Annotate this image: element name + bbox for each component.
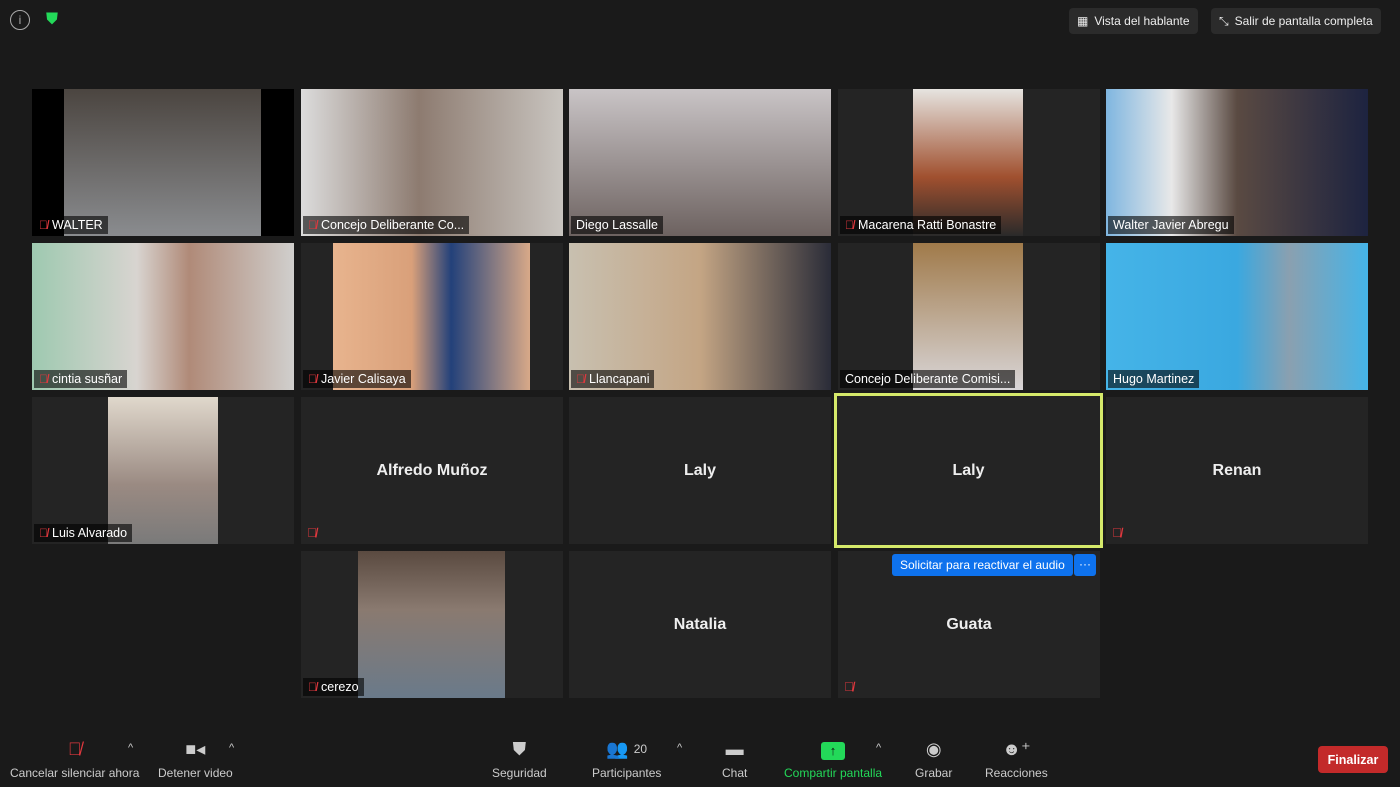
stop-video-button[interactable]: ■◂ Detener video (158, 738, 233, 780)
muted-mic-icon: 🎙̸ (308, 680, 317, 694)
video-options-caret[interactable]: ^ (229, 742, 234, 754)
video-tile[interactable]: 🎙̸ Macarena Ratti Bonastre (838, 89, 1100, 236)
people-icon: 👥 (606, 739, 629, 759)
participants-options-caret[interactable]: ^ (677, 742, 682, 754)
shield-icon: ⛊ (512, 739, 527, 759)
chat-button[interactable]: ▬ Chat (722, 738, 747, 780)
smiley-plus-icon: ☻⁺ (1002, 739, 1031, 759)
muted-mic-icon: 🎙̸ (67, 739, 82, 759)
participant-tile[interactable]: Renan 🎙̸ (1106, 397, 1368, 544)
participants-button[interactable]: 👥 20 Participantes (592, 738, 661, 780)
share-options-caret[interactable]: ^ (876, 742, 881, 754)
video-camera-icon: ■◂ (185, 739, 206, 759)
record-button[interactable]: ◉ Grabar (915, 738, 952, 780)
muted-mic-icon: 🎙̸ (576, 372, 585, 386)
video-tile[interactable]: 🎙̸ Javier Calisaya (301, 243, 563, 390)
collapse-icon: ⤡ (1219, 13, 1229, 28)
participant-tile[interactable]: Alfredo Muñoz 🎙̸ (301, 397, 563, 544)
share-arrow-icon: ↑ (821, 742, 846, 760)
video-tile[interactable]: 🎙̸ Llancapani (569, 243, 831, 390)
video-tile[interactable]: Hugo Martinez (1106, 243, 1368, 390)
video-tile[interactable]: 🎙̸ WALTER (32, 89, 294, 236)
grid-icon: ▦ (1077, 14, 1089, 28)
more-options-button[interactable]: ··· (1074, 554, 1096, 576)
reactions-button[interactable]: ☻⁺ Reacciones (985, 738, 1048, 780)
video-tile[interactable]: 🎙̸ cerezo (301, 551, 563, 698)
video-tile[interactable]: Walter Javier Abregu (1106, 89, 1368, 236)
end-meeting-button[interactable]: Finalizar (1318, 746, 1388, 773)
muted-mic-icon: 🎙̸ (845, 218, 854, 232)
request-unmute-button[interactable]: Solicitar para reactivar el audio (892, 554, 1073, 576)
muted-mic-icon: 🎙̸ (308, 372, 317, 386)
info-icon[interactable]: i (10, 10, 30, 30)
muted-mic-icon: 🎙̸ (39, 372, 48, 386)
muted-mic-icon: 🎙̸ (1112, 525, 1122, 540)
participant-tile[interactable]: Laly (569, 397, 831, 544)
video-tile[interactable]: 🎙̸ cintia susñar (32, 243, 294, 390)
video-tile[interactable]: 🎙̸ Luis Alvarado (32, 397, 294, 544)
muted-mic-icon: 🎙̸ (307, 525, 317, 540)
video-tile[interactable]: Diego Lassalle (569, 89, 831, 236)
participant-tile[interactable]: Natalia (569, 551, 831, 698)
exit-fullscreen-button[interactable]: ⤡ Salir de pantalla completa (1211, 8, 1381, 34)
speaker-view-button[interactable]: ▦ Vista del hablante (1069, 8, 1198, 34)
muted-mic-icon: 🎙̸ (308, 218, 317, 232)
chat-bubble-icon: ▬ (725, 739, 744, 759)
muted-mic-icon: 🎙̸ (39, 526, 48, 540)
record-icon: ◉ (925, 739, 942, 759)
muted-mic-icon: 🎙̸ (39, 218, 48, 232)
video-tile[interactable]: Concejo Deliberante Comisi... (838, 243, 1100, 390)
active-speaker-tile[interactable]: Laly (834, 393, 1103, 548)
unmute-button[interactable]: 🎙̸ Cancelar silenciar ahora (10, 738, 139, 780)
shield-check-icon[interactable]: ⛊ (42, 10, 62, 30)
audio-options-caret[interactable]: ^ (128, 742, 133, 754)
share-screen-button[interactable]: ↑ Compartir pantalla (784, 738, 882, 780)
video-tile[interactable]: 🎙̸ Concejo Deliberante Co... (301, 89, 563, 236)
muted-mic-icon: 🎙̸ (844, 679, 854, 694)
security-button[interactable]: ⛊ Seguridad (492, 738, 547, 780)
